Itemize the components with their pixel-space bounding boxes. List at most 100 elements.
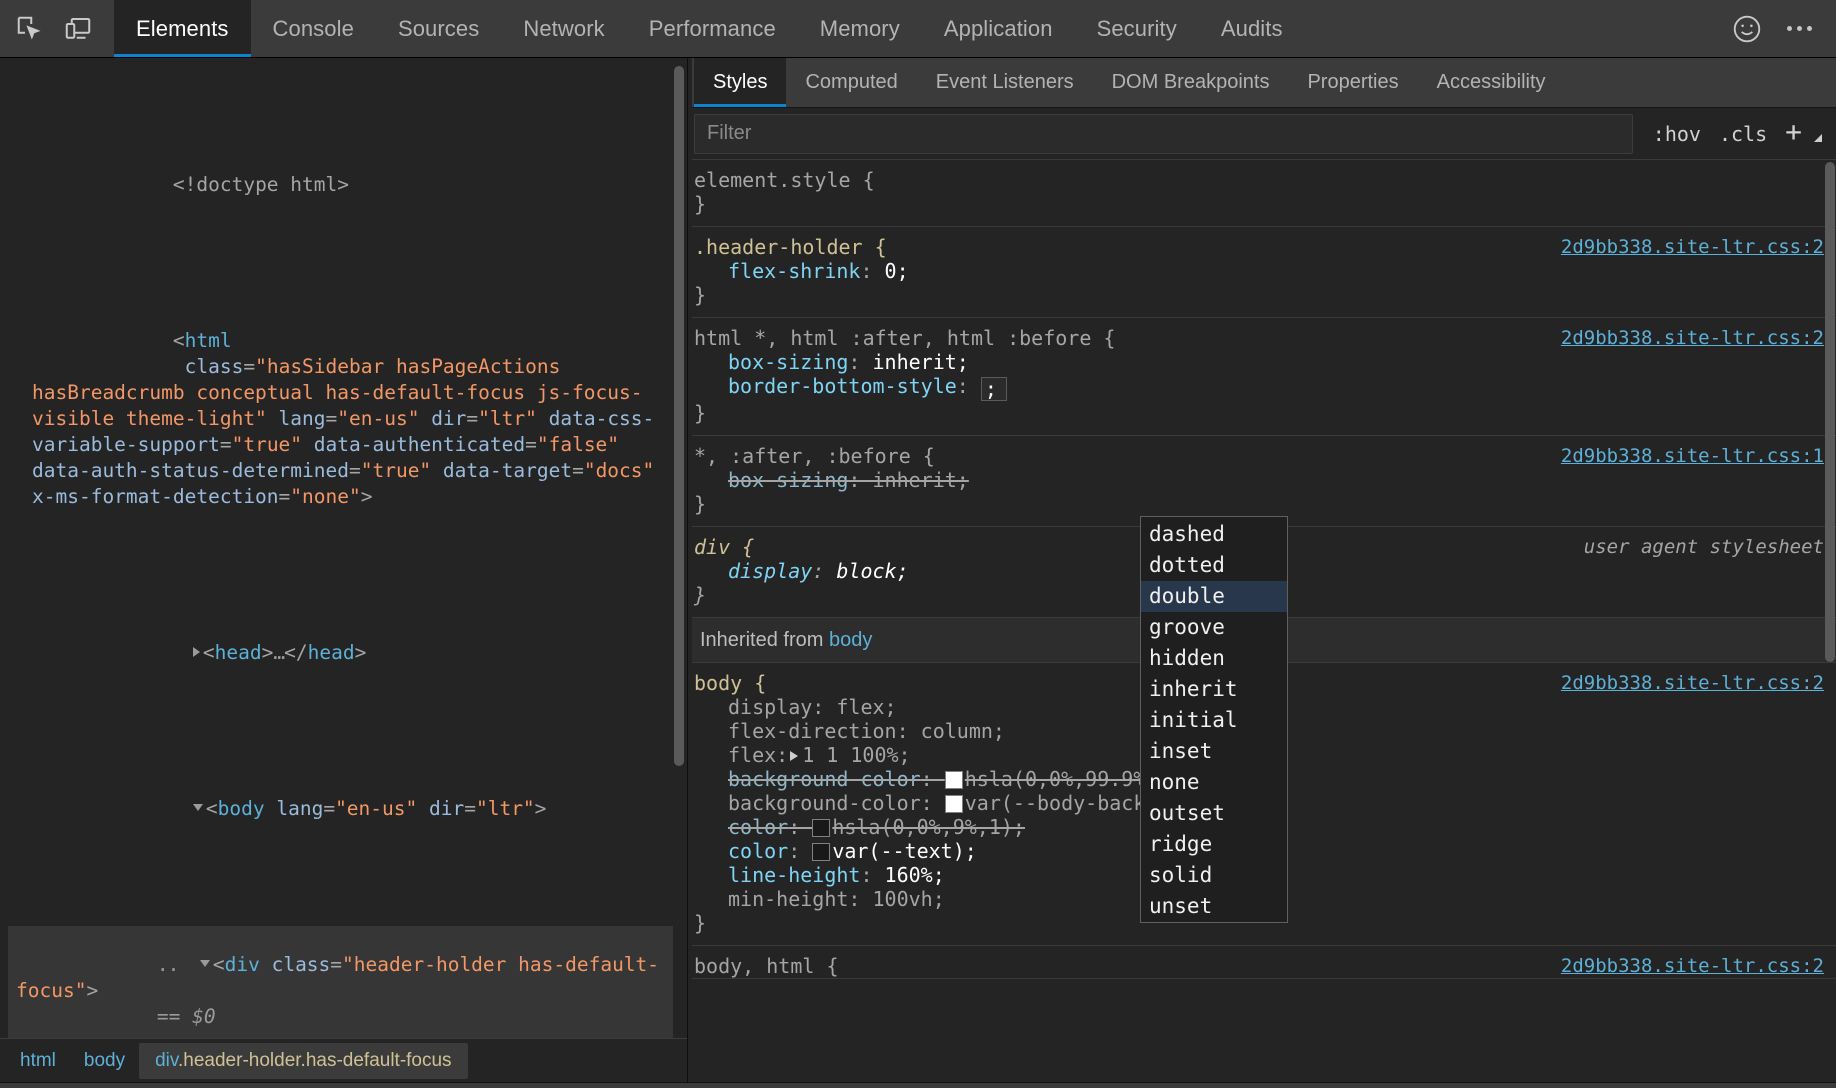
autocomplete-option-groove[interactable]: groove bbox=[1141, 612, 1287, 643]
declaration-box-sizing-value[interactable]: inherit; bbox=[873, 350, 969, 374]
styles-filter-input[interactable] bbox=[694, 113, 1633, 154]
declaration-box-sizing-overridden-prop[interactable]: box-sizing bbox=[728, 468, 848, 492]
autocomplete-option-inset[interactable]: inset bbox=[1141, 736, 1287, 767]
tab-audits[interactable]: Audits bbox=[1199, 0, 1305, 57]
new-style-rule-button[interactable]: + bbox=[1785, 117, 1802, 150]
autocomplete-option-ridge[interactable]: ridge bbox=[1141, 829, 1287, 860]
collapse-arrow-header-holder-icon[interactable] bbox=[199, 960, 210, 967]
tab-performance[interactable]: Performance bbox=[627, 0, 798, 57]
tab-properties[interactable]: Properties bbox=[1288, 58, 1417, 107]
dom-tree-scrollbar-thumb[interactable] bbox=[674, 66, 684, 766]
declaration-body-line-height-prop[interactable]: line-height bbox=[728, 863, 860, 887]
rule-origin-body[interactable]: 2d9bb338.site-ltr.css:2 bbox=[1547, 671, 1824, 695]
rule-origin-universal[interactable]: 2d9bb338.site-ltr.css:1 bbox=[1547, 444, 1824, 468]
color-swatch-color-overridden[interactable] bbox=[812, 819, 831, 837]
style-rule-universal[interactable]: *, :after, :before { 2d9bb338.site-ltr.c… bbox=[688, 436, 1836, 527]
inherited-from-source[interactable]: body bbox=[829, 629, 872, 651]
dom-line-selected-node[interactable]: .. <div class="header-holder has-default… bbox=[8, 926, 673, 1038]
feedback-smiley-icon[interactable] bbox=[1724, 6, 1770, 52]
color-swatch-color[interactable] bbox=[812, 843, 831, 861]
css-value-autocomplete-dropdown[interactable]: dashed dotted double groove hidden inher… bbox=[1140, 516, 1288, 923]
declaration-box-sizing-overridden[interactable]: box-sizing: inherit; bbox=[694, 468, 1824, 492]
declaration-flex-shrink-prop[interactable]: flex-shrink bbox=[728, 259, 860, 283]
declaration-body-color-overridden-prop[interactable]: color bbox=[728, 815, 788, 839]
autocomplete-option-solid[interactable]: solid bbox=[1141, 860, 1287, 891]
rule-origin-body-html[interactable]: 2d9bb338.site-ltr.css:2 bbox=[1547, 954, 1824, 978]
color-swatch-background-overridden[interactable] bbox=[944, 771, 963, 789]
dom-line-doctype[interactable]: <!doctype html> bbox=[8, 146, 673, 224]
tab-event-listeners[interactable]: Event Listeners bbox=[917, 58, 1093, 107]
rule-selector-universal[interactable]: *, :after, :before { bbox=[694, 444, 935, 468]
declaration-body-display-prop[interactable]: display bbox=[728, 695, 812, 719]
declaration-body-display-value[interactable]: flex; bbox=[836, 695, 896, 719]
breadcrumb-item-html[interactable]: html bbox=[6, 1045, 70, 1077]
tab-security[interactable]: Security bbox=[1075, 0, 1199, 57]
tab-computed[interactable]: Computed bbox=[786, 58, 916, 107]
declaration-body-background-color-prop[interactable]: background-color bbox=[728, 791, 921, 815]
dom-line-body-open[interactable]: <body lang="en-us" dir="ltr"> bbox=[8, 770, 673, 848]
declaration-body-min-height-prop[interactable]: min-height bbox=[728, 887, 848, 911]
style-rule-body-html-partial[interactable]: body, html { 2d9bb338.site-ltr.css:2 bbox=[688, 946, 1836, 979]
rule-origin-html-universal[interactable]: 2d9bb338.site-ltr.css:2 bbox=[1547, 326, 1824, 350]
declaration-body-flex-direction-value[interactable]: column; bbox=[921, 719, 1005, 743]
autocomplete-option-hidden[interactable]: hidden bbox=[1141, 643, 1287, 674]
rule-selector-body-html[interactable]: body, html { bbox=[694, 954, 839, 978]
autocomplete-option-unset[interactable]: unset bbox=[1141, 891, 1287, 922]
style-rule-header-holder[interactable]: .header-holder { 2d9bb338.site-ltr.css:2… bbox=[688, 227, 1836, 318]
declaration-body-color-overridden-value[interactable]: hsla(0,0%,9%,1); bbox=[832, 815, 1025, 839]
dom-line-head[interactable]: <head>…</head> bbox=[8, 614, 673, 692]
expand-shorthand-icon[interactable] bbox=[790, 751, 799, 761]
device-toolbar-icon[interactable] bbox=[56, 7, 100, 51]
inspect-element-icon[interactable] bbox=[8, 7, 52, 51]
rule-selector-html-universal[interactable]: html *, html :after, html :before { bbox=[694, 326, 1115, 350]
autocomplete-option-initial[interactable]: initial bbox=[1141, 705, 1287, 736]
style-rule-html-universal[interactable]: html *, html :after, html :before { 2d9b… bbox=[688, 318, 1836, 436]
rule-selector-header-holder[interactable]: .header-holder { bbox=[694, 235, 887, 259]
declaration-value-editor[interactable]: ; bbox=[980, 377, 1007, 401]
declaration-border-bottom-style-prop[interactable]: border-bottom-style bbox=[728, 374, 957, 398]
declaration-body-color-prop[interactable]: color bbox=[728, 839, 788, 863]
autocomplete-option-outset[interactable]: outset bbox=[1141, 798, 1287, 829]
tab-dom-breakpoints[interactable]: DOM Breakpoints bbox=[1093, 58, 1289, 107]
declaration-body-background-color-overridden-prop[interactable]: background-color bbox=[728, 767, 921, 791]
declaration-body-flex-value[interactable]: 1 1 100%; bbox=[802, 743, 910, 767]
pane-resize-handle[interactable] bbox=[688, 58, 692, 1082]
styles-pane-scrollbar-thumb[interactable] bbox=[1825, 162, 1835, 662]
tab-application[interactable]: Application bbox=[922, 0, 1075, 57]
rule-selector-div[interactable]: div { bbox=[694, 535, 754, 559]
rule-selector-body[interactable]: body { bbox=[694, 671, 766, 695]
breadcrumb-item-div-header-holder[interactable]: div.header-holder.has-default-focus bbox=[139, 1042, 468, 1079]
styles-pane-scrollbar[interactable] bbox=[1825, 162, 1835, 1080]
autocomplete-option-none[interactable]: none bbox=[1141, 767, 1287, 798]
autocomplete-option-dashed[interactable]: dashed bbox=[1141, 519, 1287, 550]
rule-origin-header-holder[interactable]: 2d9bb338.site-ltr.css:2 bbox=[1547, 235, 1824, 259]
declaration-body-min-height-value[interactable]: 100vh; bbox=[873, 887, 945, 911]
more-options-icon[interactable] bbox=[1776, 6, 1822, 52]
declaration-box-sizing[interactable]: box-sizing: inherit; bbox=[694, 350, 1824, 374]
color-swatch-background[interactable] bbox=[944, 795, 963, 813]
tab-elements[interactable]: Elements bbox=[114, 0, 251, 57]
dom-tree-scroll[interactable]: <!doctype html> <html class="hasSidebar … bbox=[0, 58, 687, 1038]
declaration-body-color-value[interactable]: var(--text); bbox=[832, 839, 977, 863]
collapse-arrow-body-icon[interactable] bbox=[192, 804, 203, 811]
style-rule-element-style[interactable]: element.style { } bbox=[688, 160, 1836, 227]
declaration-body-flex-direction-prop[interactable]: flex-direction bbox=[728, 719, 897, 743]
autocomplete-option-double[interactable]: double bbox=[1141, 581, 1287, 612]
dom-line-html-open[interactable]: <html class="hasSidebar hasPageActions h… bbox=[8, 302, 673, 536]
tab-memory[interactable]: Memory bbox=[798, 0, 922, 57]
toggle-class-button[interactable]: .cls bbox=[1719, 122, 1767, 146]
declaration-flex-shrink[interactable]: flex-shrink: 0; bbox=[694, 259, 1824, 283]
tab-accessibility[interactable]: Accessibility bbox=[1418, 58, 1565, 107]
rule-selector-element-style[interactable]: element.style { bbox=[694, 168, 875, 192]
declaration-box-sizing-overridden-value[interactable]: inherit; bbox=[873, 468, 969, 492]
declaration-display-block-value[interactable]: block; bbox=[836, 559, 908, 583]
declaration-flex-shrink-value[interactable]: 0; bbox=[885, 259, 909, 283]
expand-arrow-head-icon[interactable] bbox=[192, 647, 200, 657]
tab-sources[interactable]: Sources bbox=[376, 0, 501, 57]
autocomplete-option-dotted[interactable]: dotted bbox=[1141, 550, 1287, 581]
declaration-border-bottom-style[interactable]: border-bottom-style: ; bbox=[694, 374, 1824, 401]
declaration-body-flex-prop[interactable]: flex bbox=[728, 743, 776, 767]
tab-network[interactable]: Network bbox=[501, 0, 626, 57]
dom-tree-scrollbar[interactable] bbox=[673, 66, 685, 766]
declaration-body-line-height-value[interactable]: 160%; bbox=[885, 863, 945, 887]
